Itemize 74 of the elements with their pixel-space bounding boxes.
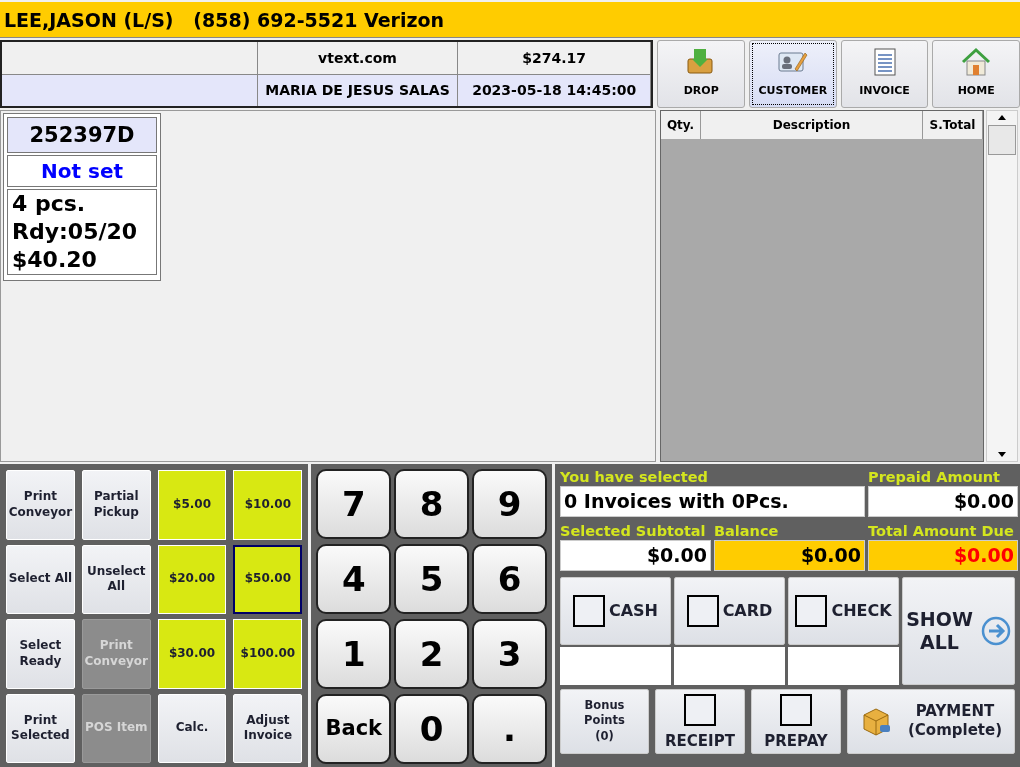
customer-header: LEE,JASON (L/S) (858) 692-5521 Verizon: [0, 2, 1020, 38]
amount-button[interactable]: $20.00: [157, 544, 227, 614]
action-button[interactable]: Unselect All: [81, 544, 151, 614]
column-header: Qty.: [661, 111, 701, 139]
arrow-circle-icon: [980, 616, 1011, 646]
value-field: $0.00: [714, 540, 865, 571]
field-label: Selected Subtotal: [560, 522, 707, 540]
checkbox[interactable]: [684, 694, 716, 726]
action-button[interactable]: Adjust Invoice: [233, 693, 303, 763]
value-field: $0.00: [868, 540, 1018, 571]
option-button[interactable]: PREPAY: [751, 689, 841, 754]
amount-button[interactable]: $5.00: [157, 470, 227, 540]
scrollbar[interactable]: [986, 110, 1018, 462]
field-label: Prepaid Amount: [868, 468, 1002, 486]
house-icon: [960, 47, 993, 77]
nav-button[interactable]: INVOICE: [840, 40, 929, 108]
action-button[interactable]: Calc.: [157, 693, 227, 763]
amount-button[interactable]: $100.00: [233, 619, 303, 689]
action-button[interactable]: Select Ready: [6, 619, 75, 689]
payment-method-button[interactable]: CARD: [674, 577, 785, 645]
amount-button[interactable]: $10.00: [233, 470, 303, 540]
column-header: Description: [701, 111, 923, 139]
nav-button[interactable]: DROP: [657, 40, 746, 108]
amount-button[interactable]: $30.00: [157, 619, 227, 689]
invoice-status: Not set: [7, 155, 157, 187]
payment-button[interactable]: PAYMENT (Complete): [847, 689, 1015, 754]
show-all-button[interactable]: SHOW ALL: [902, 577, 1015, 685]
field-label: Balance: [714, 522, 780, 540]
keypad-key[interactable]: 6: [472, 544, 547, 614]
checkbox[interactable]: [572, 595, 605, 627]
invoice-detail: $40.20: [12, 246, 98, 274]
action-button[interactable]: Select All: [6, 544, 75, 614]
keypad-key[interactable]: 4: [316, 544, 392, 614]
value-field: $0.00: [560, 540, 711, 571]
amount-button[interactable]: $50.00: [233, 544, 303, 614]
invoice-number: 252397D: [7, 117, 157, 153]
keypad-key[interactable]: 3: [472, 619, 547, 689]
table-cell: MARIA DE JESUS SALAS: [258, 74, 458, 106]
invoice-detail: 4 pcs.: [12, 190, 87, 218]
nav-button[interactable]: HOME: [932, 40, 1020, 108]
payment-method-button[interactable]: CASH: [560, 577, 671, 645]
keypad-key[interactable]: 2: [394, 619, 470, 689]
option-button[interactable]: RECEIPT: [655, 689, 745, 754]
invoice-detail: Rdy:05/20: [12, 218, 139, 246]
keypad-key[interactable]: 0: [394, 694, 470, 764]
value-field: 0 Invoices with 0Pcs.: [560, 486, 865, 517]
amount-input[interactable]: [560, 647, 671, 685]
checkbox[interactable]: [780, 694, 812, 726]
keypad-key[interactable]: .: [472, 694, 547, 764]
keypad-key[interactable]: 5: [394, 544, 470, 614]
table-cell: 2023-05-18 14:45:00: [458, 74, 652, 106]
keypad-key[interactable]: Back: [316, 694, 392, 764]
column-header: S.Total: [923, 111, 983, 139]
action-button[interactable]: Partial Pickup: [81, 470, 151, 540]
amount-input[interactable]: [788, 647, 899, 685]
scroll-up-icon: [998, 115, 1006, 120]
field-label: Total Amount Due: [868, 522, 1015, 540]
invoice-card[interactable]: 252397D Not set 4 pcs. Rdy:05/20 $40.20: [3, 113, 161, 281]
keypad-key[interactable]: 8: [394, 469, 470, 539]
value-field: $0.00: [868, 486, 1018, 517]
payment-method-button[interactable]: CHECK: [788, 577, 899, 645]
amount-input[interactable]: [674, 647, 785, 685]
field-label: You have selected: [560, 468, 709, 486]
bonus-points-button[interactable]: Bonus Points (0): [560, 689, 649, 754]
nav-button[interactable]: CUSTOMER: [749, 40, 837, 108]
checkbox[interactable]: [686, 595, 719, 627]
action-button[interactable]: Print Conveyor: [6, 470, 75, 540]
checkbox[interactable]: [795, 595, 828, 627]
scroll-thumb[interactable]: [988, 125, 1016, 155]
action-button[interactable]: Print Selected: [6, 693, 75, 763]
keypad-key[interactable]: 1: [316, 619, 392, 689]
keypad-key[interactable]: 7: [316, 469, 392, 539]
scroll-down-icon: [998, 452, 1006, 457]
keypad-key[interactable]: 9: [472, 469, 547, 539]
